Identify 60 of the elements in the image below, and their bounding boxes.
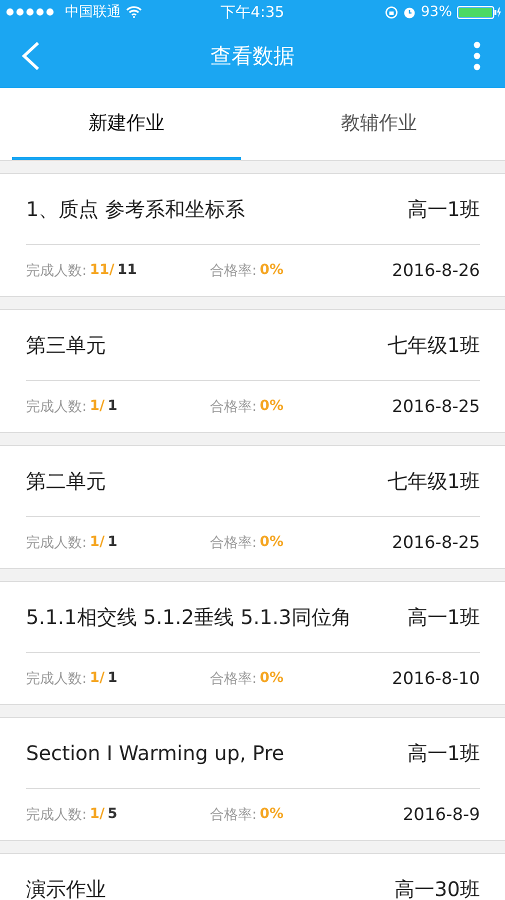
assignment-title: 第三单元	[26, 333, 106, 357]
completed-label: 完成人数:	[26, 262, 87, 280]
assignment-date: 2016-8-10	[392, 668, 480, 688]
completed-count: 1/	[90, 534, 105, 552]
assignment-card[interactable]: 1、质点 参考系和坐标系 高一1班 完成人数: 11/ 11 合格率: 0% 2016-8-26	[0, 173, 505, 297]
tab[interactable]: 教辅作业	[264, 88, 493, 160]
page-title: 查看数据	[210, 43, 294, 70]
class-name: 七年级1班	[387, 468, 480, 494]
pass-rate: 0%	[260, 534, 284, 552]
completed-label: 完成人数:	[26, 398, 87, 416]
total-count: 5	[108, 806, 118, 824]
pass-rate: 0%	[260, 806, 284, 824]
total-count: 1	[108, 534, 118, 552]
completed-label: 完成人数:	[26, 534, 87, 552]
pass-rate-label: 合格率:	[210, 398, 257, 416]
assignment-date: 2016-8-25	[392, 396, 480, 416]
back-icon[interactable]	[20, 41, 40, 71]
assignment-card[interactable]: Section I Warming up, Pre 高一1班 完成人数: 1/ 5 合格率: 0% 2016-8-9	[0, 717, 505, 841]
total-count: 1	[108, 670, 118, 688]
class-name: 高一1班	[407, 604, 480, 630]
assignment-title: 1、质点 参考系和坐标系	[26, 197, 246, 221]
total-count: 11	[117, 262, 137, 280]
assignment-card[interactable]: 演示作业 高一30班	[0, 853, 505, 900]
pass-rate: 0%	[260, 398, 284, 416]
rotation-lock-icon	[384, 6, 398, 18]
completed-count: 1/	[90, 670, 105, 688]
assignment-card[interactable]: 5.1.1相交线 5.1.2垂线 5.1.3同位角 高一1班 完成人数: 1/ 1 合格率: 0% 2016-8-10	[0, 581, 505, 705]
assignment-title: 第二单元	[26, 469, 106, 493]
class-name: 高一1班	[407, 740, 480, 766]
class-name: 高一1班	[407, 196, 480, 222]
completed-count: 1/	[90, 398, 105, 416]
assignment-date: 2016-8-26	[392, 260, 480, 280]
status-time: 下午4:35	[220, 2, 284, 22]
assignment-date: 2016-8-25	[392, 532, 480, 552]
completed-count: 11/	[90, 262, 114, 280]
assignment-title: 5.1.1相交线 5.1.2垂线 5.1.3同位角	[26, 605, 352, 629]
completed-label: 完成人数:	[26, 806, 87, 824]
completed-count: 1/	[90, 806, 105, 824]
assignment-title: Section I Warming up, Pre	[26, 741, 284, 765]
assignment-date: 2016-8-9	[402, 804, 480, 824]
carrier-name: 中国联通	[65, 3, 121, 21]
class-name: 高一30班	[394, 876, 480, 900]
assignment-title: 演示作业	[26, 877, 106, 900]
alarm-icon	[402, 6, 416, 18]
pass-rate-label: 合格率:	[210, 806, 257, 824]
pass-rate: 0%	[260, 262, 284, 280]
class-name: 七年级1班	[387, 332, 480, 358]
wifi-icon	[126, 6, 142, 18]
battery-icon	[457, 6, 501, 18]
pass-rate-label: 合格率:	[210, 534, 257, 552]
pass-rate-label: 合格率:	[210, 670, 257, 688]
total-count: 1	[108, 398, 118, 416]
completed-label: 完成人数:	[26, 670, 87, 688]
battery-percent: 93%	[420, 4, 452, 20]
pass-rate-label: 合格率:	[210, 262, 257, 280]
tab[interactable]: 新建作业	[12, 88, 240, 160]
pass-rate: 0%	[260, 670, 284, 688]
assignment-card[interactable]: 第二单元 七年级1班 完成人数: 1/ 1 合格率: 0% 2016-8-25	[0, 445, 505, 569]
more-icon[interactable]	[473, 41, 481, 71]
assignment-card[interactable]: 第三单元 七年级1班 完成人数: 1/ 1 合格率: 0% 2016-8-25	[0, 309, 505, 433]
